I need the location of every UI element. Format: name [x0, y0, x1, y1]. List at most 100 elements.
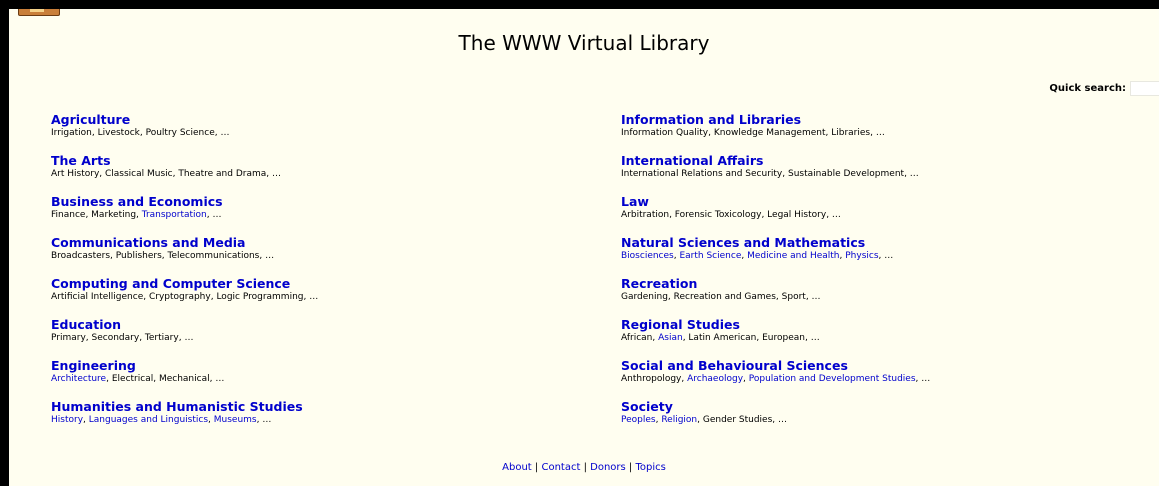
category-link[interactable]: Humanities and Humanistic Studies: [51, 399, 318, 414]
subcategory-text: Anthropology: [621, 374, 682, 384]
subcategory-list: Arbitration, Forensic Toxicology, Legal …: [621, 209, 930, 221]
subcategory-text: Gender Studies: [702, 415, 773, 425]
category-education: Education Primary, Secondary, Tertiary, …: [51, 317, 318, 358]
quick-search-label: Quick search:: [1049, 82, 1126, 94]
subcategory-list: Finance, Marketing, Transportation, …: [51, 209, 318, 221]
footer-link-topics[interactable]: Topics: [635, 462, 665, 473]
subcategory-link[interactable]: Asian: [658, 333, 683, 343]
subcategory-text: Broadcasters: [51, 251, 111, 261]
subcategory-text: Primary: [51, 333, 86, 343]
category-link[interactable]: Computing and Computer Science: [51, 276, 318, 291]
page-title: The WWW Virtual Library: [458, 31, 710, 55]
subcategory-list: Biosciences, Earth Science, Medicine and…: [621, 250, 930, 262]
subcategory-link[interactable]: Languages and Linguistics: [89, 415, 208, 425]
subcategory-text: International Relations and Security: [621, 169, 783, 179]
subcategory-text: Logic Programming: [216, 292, 304, 302]
subcategory-ellipsis: …: [875, 128, 885, 138]
subcategory-list: Art History, Classical Music, Theatre an…: [51, 168, 318, 180]
category-link[interactable]: Agriculture: [51, 112, 318, 127]
category-regional-studies: Regional Studies African, Asian, Latin Am…: [621, 317, 930, 358]
subcategory-text: Legal History: [767, 210, 827, 220]
subcategory-list: History, Languages and Linguistics, Muse…: [51, 414, 318, 426]
category-link[interactable]: Communications and Media: [51, 235, 318, 250]
subcategory-ellipsis: …: [811, 292, 821, 302]
subcategory-text: Cryptography: [148, 292, 211, 302]
vl-logo-icon[interactable]: [18, 9, 60, 16]
subcategory-link[interactable]: Museums: [214, 415, 257, 425]
subcategory-link[interactable]: Earth Science: [679, 251, 741, 261]
subcategory-text: Art History: [51, 169, 100, 179]
category-link[interactable]: Information and Libraries: [621, 112, 930, 127]
subcategory-text: Libraries: [831, 128, 871, 138]
category-international-affairs: International Affairs International Relat…: [621, 153, 930, 194]
category-recreation: Recreation Gardening, Recreation and Game…: [621, 276, 930, 317]
subcategory-text: Artificial Intelligence: [51, 292, 144, 302]
subcategory-text: Electrical: [111, 374, 154, 384]
footer-link-contact[interactable]: Contact: [541, 462, 580, 473]
subcategory-list: Artificial Intelligence, Cryptography, L…: [51, 291, 318, 303]
category-the-arts: The Arts Art History, Classical Music, Th…: [51, 153, 318, 194]
category-link[interactable]: Education: [51, 317, 318, 332]
subcategory-link[interactable]: Population and Development Studies: [749, 374, 916, 384]
category-link[interactable]: Law: [621, 194, 930, 209]
subcategory-ellipsis: …: [909, 169, 919, 179]
subcategory-text: Tertiary: [144, 333, 179, 343]
subcategory-list: African, Asian, Latin American, European…: [621, 332, 930, 344]
quick-search: Quick search:: [1049, 80, 1159, 96]
subcategory-text: Arbitration: [621, 210, 670, 220]
subcategory-text: Telecommunications: [167, 251, 260, 261]
category-information-and-libraries: Information and Libraries Information Qua…: [621, 112, 930, 153]
subcategory-text: Sustainable Development: [787, 169, 905, 179]
left-category-column: Agriculture Irrigation, Livestock, Poultr…: [51, 112, 318, 440]
subcategory-link[interactable]: Medicine and Health: [747, 251, 839, 261]
subcategory-text: Livestock: [97, 128, 140, 138]
subcategory-list: Primary, Secondary, Tertiary, …: [51, 332, 318, 344]
subcategory-ellipsis: …: [262, 415, 272, 425]
subcategory-link[interactable]: Physics: [845, 251, 878, 261]
subcategory-text: Irrigation: [51, 128, 92, 138]
subcategory-text: Gardening: [621, 292, 668, 302]
category-business-and-economics: Business and Economics Finance, Marketing…: [51, 194, 318, 235]
category-link[interactable]: Natural Sciences and Mathematics: [621, 235, 930, 250]
footer-link-donors[interactable]: Donors: [590, 462, 626, 473]
category-link[interactable]: Society: [621, 399, 930, 414]
subcategory-link[interactable]: Peoples: [621, 415, 656, 425]
subcategory-ellipsis: …: [184, 333, 194, 343]
category-social-and-behavioural-sciences: Social and Behavioural Sciences Anthropol…: [621, 358, 930, 399]
footer-link-about[interactable]: About: [502, 462, 532, 473]
subcategory-text: Secondary: [91, 333, 140, 343]
subcategory-text: Sport: [781, 292, 806, 302]
subcategory-ellipsis: …: [272, 169, 281, 179]
quick-search-input[interactable]: [1130, 80, 1159, 96]
subcategory-text: Mechanical: [158, 374, 210, 384]
category-link[interactable]: Social and Behavioural Sciences: [621, 358, 930, 373]
subcategory-list: Irrigation, Livestock, Poultry Science, …: [51, 127, 318, 139]
page-frame: The WWW Virtual Library Quick search: Ag…: [9, 9, 1159, 486]
category-society: Society Peoples, Religion, Gender Studies…: [621, 399, 930, 440]
subcategory-ellipsis: …: [265, 251, 275, 261]
subcategory-link[interactable]: Architecture: [51, 374, 106, 384]
subcategory-text: Recreation and Games: [673, 292, 776, 302]
category-link[interactable]: Regional Studies: [621, 317, 930, 332]
subcategory-ellipsis: …: [309, 292, 319, 302]
subcategory-link[interactable]: Biosciences: [621, 251, 674, 261]
category-link[interactable]: Business and Economics: [51, 194, 318, 209]
subcategory-text: Publishers: [115, 251, 162, 261]
category-link[interactable]: The Arts: [51, 153, 318, 168]
category-engineering: Engineering Architecture, Electrical, Mec…: [51, 358, 318, 399]
subcategory-link[interactable]: Transportation: [142, 210, 207, 220]
subcategory-link[interactable]: History: [51, 415, 83, 425]
subcategory-text: Marketing: [91, 210, 137, 220]
subcategory-text: Classical Music: [105, 169, 173, 179]
subcategory-text: Latin American: [688, 333, 757, 343]
subcategory-text: European: [762, 333, 805, 343]
category-link[interactable]: Recreation: [621, 276, 930, 291]
subcategory-ellipsis: …: [220, 128, 230, 138]
category-link[interactable]: International Affairs: [621, 153, 930, 168]
category-link[interactable]: Engineering: [51, 358, 318, 373]
subcategory-list: Broadcasters, Publishers, Telecommunicat…: [51, 250, 318, 262]
subcategory-link[interactable]: Archaeology: [687, 374, 743, 384]
subcategory-ellipsis: …: [212, 210, 222, 220]
subcategory-link[interactable]: Religion: [661, 415, 697, 425]
subcategory-ellipsis: …: [810, 333, 820, 343]
